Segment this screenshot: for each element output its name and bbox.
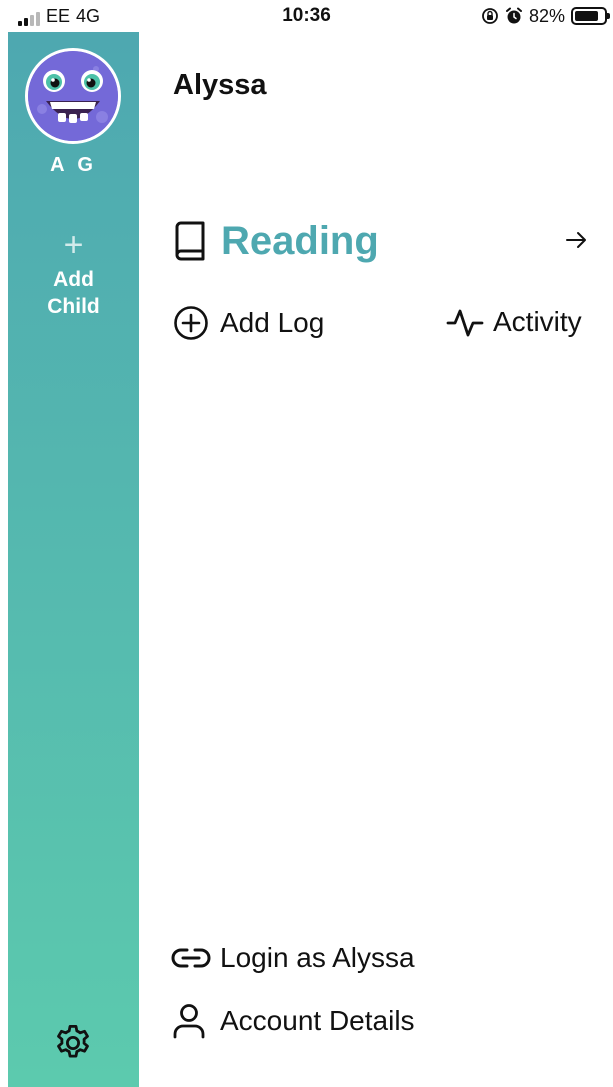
arrow-right-icon[interactable] (565, 229, 587, 251)
gear-icon[interactable] (52, 1022, 94, 1064)
plus-icon: + (63, 226, 84, 264)
activity-pulse-icon (446, 309, 484, 337)
account-details-button[interactable]: Account Details (172, 1003, 415, 1039)
add-log-label: Add Log (220, 307, 325, 338)
alarm-icon (505, 7, 522, 24)
avatar-initials: A G (50, 154, 97, 176)
monster-avatar-icon[interactable] (25, 48, 121, 144)
reading-subject-row[interactable]: Reading (173, 215, 593, 267)
add-log-button[interactable]: Add Log (173, 305, 324, 341)
user-icon (173, 1004, 205, 1039)
plus-circle-icon (174, 306, 208, 340)
subject-title: Reading (221, 219, 379, 263)
login-as-child-button[interactable]: Login as Alyssa (170, 941, 415, 975)
account-details-label: Account Details (220, 1005, 415, 1036)
rotation-lock-icon (482, 8, 498, 24)
activity-button[interactable]: Activity (446, 305, 582, 339)
login-as-label: Login as Alyssa (220, 942, 415, 973)
link-icon (171, 948, 211, 968)
battery-icon (571, 7, 610, 25)
activity-label: Activity (493, 306, 582, 337)
child-sidebar: A G + Add Child (8, 32, 139, 1087)
book-icon (175, 221, 205, 261)
add-child-button[interactable]: + Add Child (8, 228, 139, 320)
battery-fill (575, 11, 598, 21)
child-name-title: Alyssa (173, 69, 267, 101)
status-bar: EE 4G 10:36 82% (0, 0, 613, 32)
battery-percent: 82% (528, 6, 565, 26)
status-right: 82% (481, 5, 610, 27)
add-child-label: Add Child (47, 268, 100, 318)
